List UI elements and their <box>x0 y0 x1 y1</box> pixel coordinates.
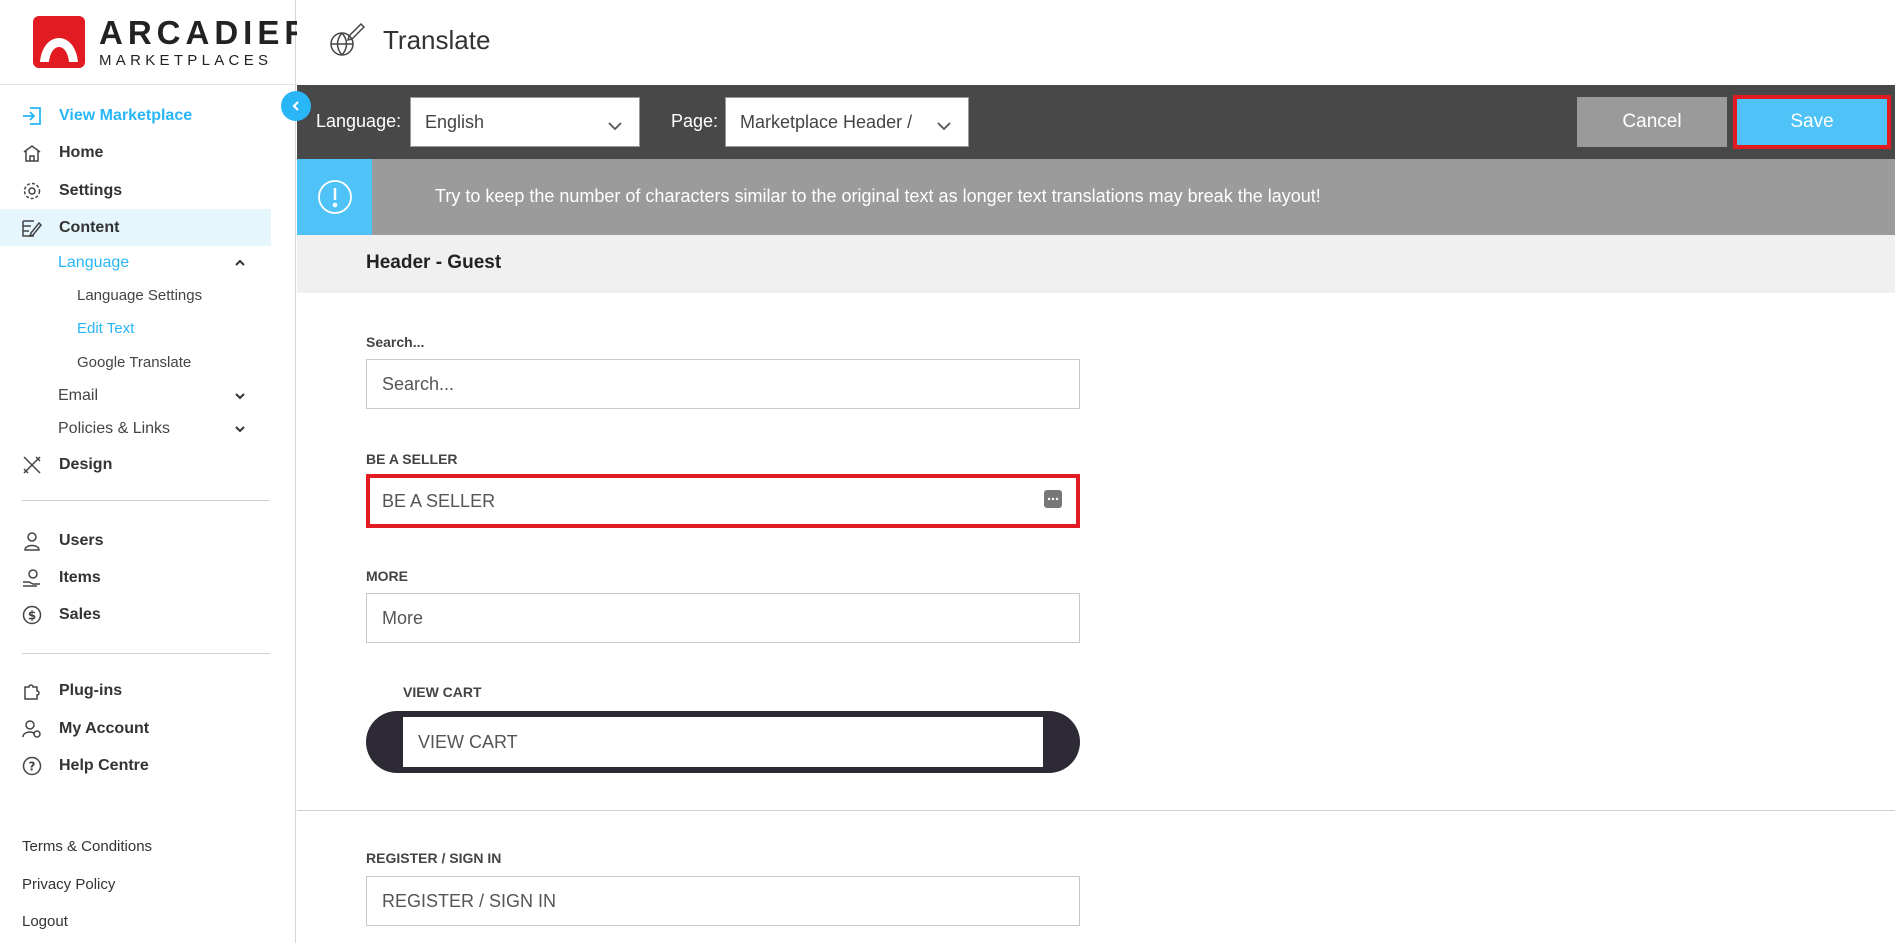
privacy-link[interactable]: Privacy Policy <box>22 876 115 893</box>
field-value: Search... <box>382 373 455 394</box>
sidebar-item-label: Design <box>59 455 113 473</box>
user-icon <box>22 531 42 551</box>
notice-text: Try to keep the number of characters sim… <box>435 186 1321 206</box>
divider <box>22 653 270 654</box>
notice-banner: Try to keep the number of characters sim… <box>297 159 1895 235</box>
user-gear-icon <box>22 719 42 739</box>
view-cart-pill: VIEW CART <box>366 711 1080 773</box>
chevron-left-icon <box>292 101 299 111</box>
field-label: VIEW CART <box>403 684 482 700</box>
sidebar: ARCADIER MARKETPLACES View Marketplace H… <box>0 0 308 943</box>
svg-text:?: ? <box>29 759 36 773</box>
sidebar-item-label: Items <box>59 568 101 586</box>
field-value: BE A SELLER <box>382 490 496 511</box>
cancel-button[interactable]: Cancel <box>1577 97 1727 147</box>
sidebar-item-label: Users <box>59 531 104 549</box>
sidebar-subitem-policies[interactable]: Policies & Links <box>58 420 170 438</box>
hand-item-icon <box>22 568 42 588</box>
collapse-sidebar-button[interactable] <box>281 91 311 121</box>
sidebar-item-help-centre[interactable]: ? Help Centre <box>0 747 271 784</box>
field-label: MORE <box>366 568 408 584</box>
sidebar-item-label: Settings <box>59 181 123 199</box>
language-select-value: English <box>425 111 485 132</box>
terms-link[interactable]: Terms & Conditions <box>22 838 152 855</box>
sidebar-item-plugins[interactable]: Plug-ins <box>0 672 271 709</box>
divider <box>0 84 296 85</box>
brand-tagline: MARKETPLACES <box>99 51 273 69</box>
sidebar-subitem-google-translate[interactable]: Google Translate <box>77 354 191 371</box>
chevron-down-icon[interactable] <box>233 422 247 436</box>
save-button[interactable]: Save <box>1733 95 1891 149</box>
sign-in-icon <box>22 106 42 126</box>
sidebar-item-label: Help Centre <box>59 756 149 774</box>
sidebar-item-view-marketplace[interactable]: View Marketplace <box>0 97 271 134</box>
page-select[interactable]: Marketplace Header / <box>725 97 969 147</box>
sidebar-item-items[interactable]: Items <box>0 559 271 596</box>
translate-globe-icon <box>327 22 366 60</box>
brand-name: ARCADIER <box>99 13 314 51</box>
sidebar-item-my-account[interactable]: My Account <box>0 710 271 747</box>
sidebar-item-content[interactable]: Content <box>0 209 271 246</box>
chevron-up-icon[interactable] <box>233 256 247 270</box>
chevron-down-icon[interactable] <box>233 389 247 403</box>
design-tools-icon <box>22 455 42 475</box>
language-label: Language: <box>316 111 402 131</box>
svg-text:$: $ <box>28 608 36 622</box>
page-select-value: Marketplace Header / <box>740 111 913 132</box>
field-label: Search... <box>366 334 425 350</box>
chevron-down-icon <box>607 116 623 131</box>
sidebar-subitem-language[interactable]: Language <box>58 254 129 272</box>
sidebar-subitem-email[interactable]: Email <box>58 387 98 405</box>
sidebar-item-settings[interactable]: Settings <box>0 172 271 209</box>
divider <box>297 810 1895 811</box>
search-text-field[interactable]: Search... <box>366 359 1080 409</box>
page-title: Translate <box>383 25 491 55</box>
content-edit-icon <box>22 218 42 238</box>
info-icon <box>297 159 372 235</box>
divider <box>22 500 270 501</box>
sidebar-item-sales[interactable]: $ Sales <box>0 596 271 633</box>
sidebar-item-label: View Marketplace <box>59 106 193 124</box>
ellipsis-icon[interactable] <box>1044 490 1062 508</box>
view-cart-text-field[interactable]: VIEW CART <box>403 717 1043 767</box>
register-sign-in-text-field[interactable]: REGISTER / SIGN IN <box>366 876 1080 926</box>
puzzle-icon <box>22 681 42 701</box>
sidebar-item-label: Content <box>59 218 120 236</box>
sidebar-item-home[interactable]: Home <box>0 134 271 171</box>
gear-icon <box>22 181 42 201</box>
sidebar-subitem-edit-text[interactable]: Edit Text <box>77 320 134 337</box>
be-a-seller-text-field[interactable]: BE A SELLER <box>366 474 1080 528</box>
language-select[interactable]: English <box>410 97 640 147</box>
help-icon: ? <box>22 756 42 776</box>
sidebar-item-label: Plug-ins <box>59 681 123 699</box>
field-label: REGISTER / SIGN IN <box>366 850 502 866</box>
sidebar-item-label: Sales <box>59 605 101 623</box>
sidebar-item-design[interactable]: Design <box>0 446 271 483</box>
toolbar: Language: English Page: Marketplace Head… <box>297 85 1895 159</box>
section-title: Header - Guest <box>366 252 502 273</box>
field-value: More <box>382 607 424 628</box>
logout-link[interactable]: Logout <box>22 913 68 930</box>
field-value: REGISTER / SIGN IN <box>382 890 557 911</box>
field-label: BE A SELLER <box>366 451 458 467</box>
section-header: Header - Guest <box>297 235 1895 293</box>
more-text-field[interactable]: More <box>366 593 1080 643</box>
sidebar-item-label: My Account <box>59 719 150 737</box>
logo[interactable]: ARCADIER MARKETPLACES <box>33 12 308 72</box>
dollar-icon: $ <box>22 605 42 625</box>
page-label: Page: <box>671 111 719 131</box>
arcadier-logo-icon <box>33 16 85 68</box>
page-header: Translate <box>297 0 1895 84</box>
home-icon <box>22 143 42 163</box>
app-root: ARCADIER MARKETPLACES View Marketplace H… <box>0 0 1895 943</box>
sidebar-item-users[interactable]: Users <box>0 522 271 559</box>
sidebar-item-label: Home <box>59 143 104 161</box>
field-value: VIEW CART <box>418 731 518 752</box>
chevron-down-icon <box>936 116 952 131</box>
sidebar-subitem-language-settings[interactable]: Language Settings <box>77 287 202 304</box>
